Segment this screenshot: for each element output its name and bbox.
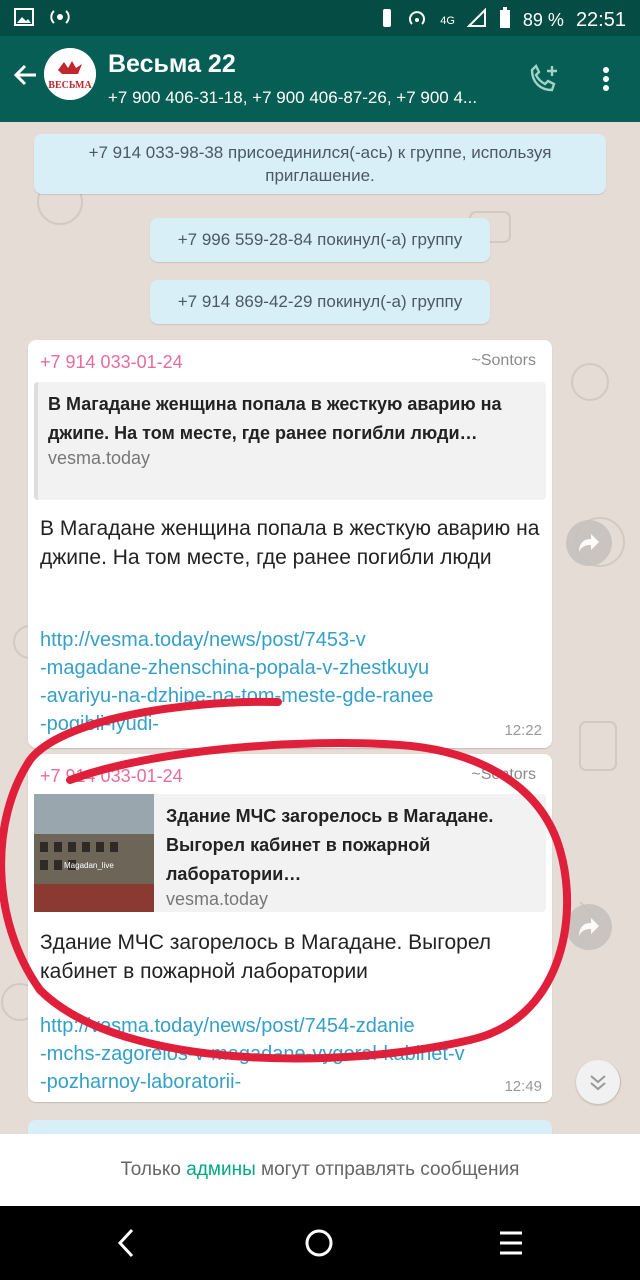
message-time: 12:22 bbox=[504, 722, 542, 739]
link-preview-domain: vesma.today bbox=[166, 889, 269, 909]
chat-header: ВЕСЬМА Весьма 22 +7 900 406-31-18, +7 90… bbox=[0, 36, 640, 122]
link-line: http://vesma.today/news/post/7453-v bbox=[40, 629, 366, 651]
chat-participants[interactable]: +7 900 406-31-18, +7 900 406-87-26, +7 9… bbox=[108, 88, 508, 108]
admin-notice-suffix: могут отправлять сообщения bbox=[261, 1159, 520, 1180]
sender-phone[interactable]: +7 914 033-01-24 bbox=[40, 766, 183, 787]
admin-notice-prefix: Только bbox=[120, 1159, 181, 1180]
link-preview-domain: vesma.today bbox=[48, 448, 151, 468]
message-text: В Магадане женщина попала в жесткую авар… bbox=[40, 517, 540, 569]
more-options-icon[interactable] bbox=[596, 64, 616, 96]
message-bubble[interactable]: +7 914 033-01-24 ~Sontors Magadan_live З bbox=[28, 754, 552, 1102]
nav-recents-icon[interactable] bbox=[498, 1228, 524, 1263]
broadcast-icon bbox=[48, 7, 72, 32]
battery-icon bbox=[499, 7, 511, 34]
forward-icon[interactable] bbox=[566, 520, 612, 566]
nav-back-icon[interactable] bbox=[114, 1228, 138, 1263]
chat-area[interactable]: +7 914 033-98-38 присоединился(-ась) к г… bbox=[0, 122, 640, 1134]
sender-alias: ~Sontors bbox=[471, 766, 536, 783]
link-line: -pozharnoy-laboratorii- bbox=[40, 1071, 242, 1093]
link-preview-title: В Магадане женщина попала в жесткую авар… bbox=[48, 394, 502, 443]
vibrate-icon bbox=[380, 7, 394, 34]
status-bar: 4G 89 % 22:51 bbox=[0, 0, 640, 36]
link-line: -pogibli-lyudi- bbox=[40, 713, 159, 735]
message-link[interactable]: http://vesma.today/news/post/7454-zdanie… bbox=[40, 1012, 550, 1096]
link-line: -mchs-zagorelos-v-magadane-vygorel-kabin… bbox=[40, 1043, 465, 1065]
chevron-double-down-icon bbox=[590, 1075, 606, 1091]
system-nav-bar bbox=[0, 1206, 640, 1280]
battery-percent: 89 % bbox=[522, 10, 564, 30]
hotspot-icon bbox=[406, 7, 428, 34]
add-call-icon[interactable] bbox=[526, 63, 562, 96]
system-message: +7 914 033-98-38 присоединился(-ась) к г… bbox=[34, 134, 606, 194]
message-text: Здание МЧС загорелось в Магадане. Выгоре… bbox=[40, 931, 492, 983]
message-bubble[interactable] bbox=[28, 1120, 552, 1134]
link-line: http://vesma.today/news/post/7454-zdanie bbox=[40, 1015, 415, 1037]
link-line: -magadane-zhenschina-popala-v-zhestkuyu bbox=[40, 657, 430, 679]
gallery-icon bbox=[14, 7, 34, 32]
sender-phone[interactable]: +7 914 033-01-24 bbox=[40, 352, 183, 373]
message-link[interactable]: http://vesma.today/news/post/7453-v -mag… bbox=[40, 626, 550, 738]
system-message: +7 996 559-28-84 покинул(-а) группу bbox=[150, 218, 490, 262]
group-avatar[interactable]: ВЕСЬМА bbox=[44, 48, 96, 100]
system-message-text: +7 996 559-28-84 покинул(-а) группу bbox=[177, 230, 463, 249]
admins-link[interactable]: админы bbox=[186, 1159, 255, 1180]
message-bubble[interactable]: +7 914 033-01-24 ~Sontors В Магадане жен… bbox=[28, 340, 552, 748]
message-time: 12:49 bbox=[504, 1078, 542, 1095]
clock: 22:51 bbox=[575, 9, 626, 31]
system-message: +7 914 869-42-29 покинул(-а) группу bbox=[150, 280, 490, 324]
back-arrow-icon[interactable] bbox=[12, 58, 40, 98]
chat-title[interactable]: Весьма 22 bbox=[108, 50, 236, 79]
link-preview-thumbnail: Magadan_live bbox=[34, 794, 154, 912]
network-type-label: 4G bbox=[440, 14, 455, 27]
link-preview-title: Здание МЧС загорелось в Магадане. Выгоре… bbox=[166, 806, 494, 884]
link-preview[interactable]: Magadan_live Здание МЧС загорелось в Маг… bbox=[34, 794, 546, 912]
forward-icon[interactable] bbox=[566, 904, 612, 950]
thumbnail-caption: Magadan_live bbox=[64, 861, 114, 870]
nav-home-icon[interactable] bbox=[304, 1228, 334, 1263]
link-preview[interactable]: В Магадане женщина попала в жесткую авар… bbox=[34, 382, 546, 500]
link-line: -avariyu-na-dzhipe-na-tom-meste-gde-rane… bbox=[40, 685, 434, 707]
signal-icon bbox=[466, 7, 487, 33]
sender-alias: ~Sontors bbox=[471, 352, 536, 369]
avatar-logo-text: ВЕСЬМА bbox=[48, 80, 92, 91]
system-message-text: +7 914 869-42-29 покинул(-а) группу bbox=[177, 292, 463, 311]
admin-only-notice: Только админы могут отправлять сообщения bbox=[0, 1134, 640, 1206]
system-message-text: +7 914 033-98-38 присоединился(-ась) к г… bbox=[88, 143, 552, 185]
scroll-to-bottom-button[interactable] bbox=[576, 1060, 620, 1104]
